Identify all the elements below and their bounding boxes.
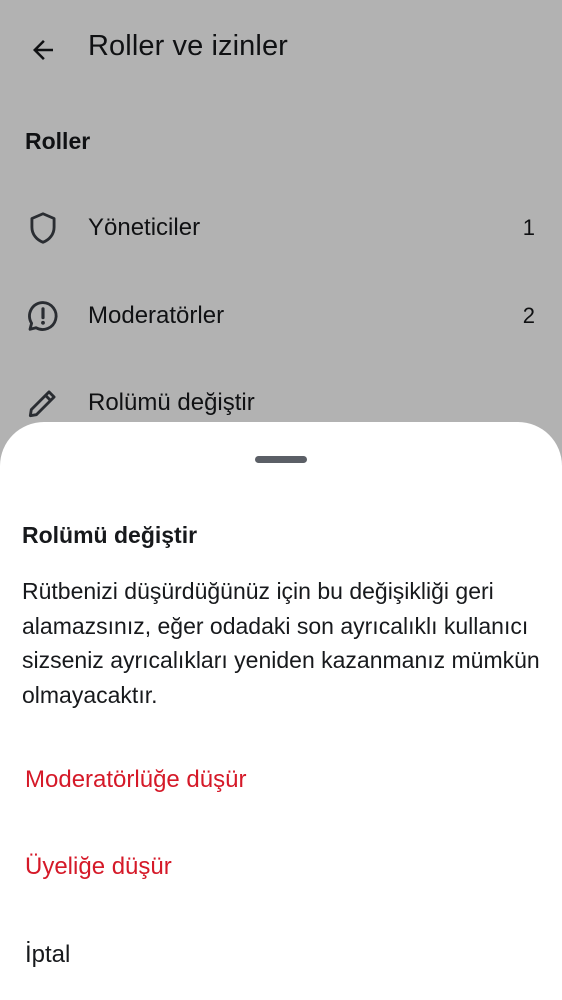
demote-to-member-button[interactable]: Üyeliğe düşür	[25, 853, 172, 881]
demote-to-moderator-button[interactable]: Moderatörlüğe düşür	[25, 766, 246, 794]
sheet-title: Rolümü değiştir	[22, 522, 198, 548]
cancel-button[interactable]: İptal	[25, 941, 70, 969]
drag-handle[interactable]	[255, 456, 307, 463]
sheet-description: Rütbenizi düşürdüğünüz için bu değişikli…	[22, 578, 540, 708]
bottom-sheet: Rolümü değiştir Rütbenizi düşürdüğünüz i…	[0, 422, 562, 1000]
